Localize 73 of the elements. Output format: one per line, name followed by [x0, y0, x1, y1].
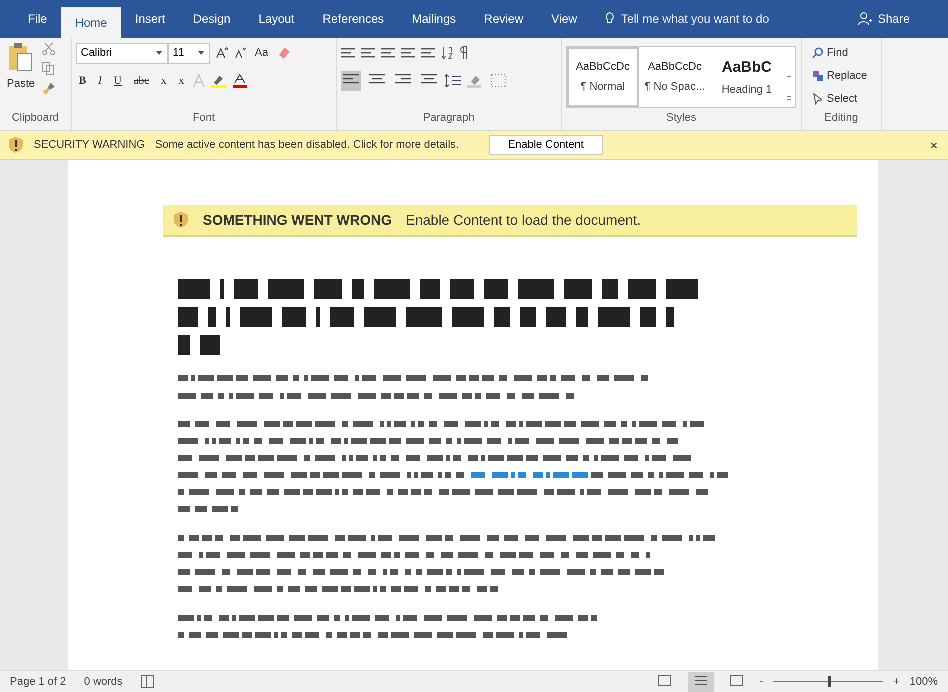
align-left-button[interactable]: [341, 71, 361, 91]
ribbon-tab[interactable]: Mailings: [398, 0, 470, 38]
banner-message: Enable Content to load the document.: [406, 212, 642, 228]
ribbon-tab[interactable]: References: [308, 0, 398, 38]
ribbon-tab[interactable]: Design: [179, 0, 245, 38]
pilcrow-icon: [459, 46, 469, 60]
subscript-button[interactable]: x: [158, 75, 170, 87]
copy-icon: [42, 62, 56, 76]
find-button[interactable]: Find: [812, 42, 868, 63]
search-icon: [812, 46, 824, 58]
superscript-button[interactable]: x: [176, 75, 188, 87]
shield-icon: [8, 136, 24, 154]
shrink-font-icon: [234, 47, 246, 59]
line-spacing-icon: [445, 74, 461, 88]
underline-button[interactable]: U: [111, 75, 125, 87]
ribbon-tab[interactable]: Layout: [244, 0, 309, 38]
change-case-button[interactable]: Aa: [252, 47, 272, 59]
warning-title: SECURITY WARNING: [34, 139, 146, 151]
caret-icon: [198, 51, 205, 55]
tell-me-field[interactable]: Tell me what you want to do: [605, 0, 770, 38]
warning-message[interactable]: Some active content has been disabled. Click for more details.: [155, 139, 460, 151]
font-name-field[interactable]: Calibri: [76, 42, 168, 64]
style-tile[interactable]: AaBbCcDc ¶ No Spac...: [639, 47, 711, 107]
grow-font-icon: [216, 47, 228, 59]
borders-icon: [491, 74, 507, 88]
ribbon-tab[interactable]: Insert: [121, 0, 180, 38]
window-icon: [730, 674, 744, 686]
sort-icon: [441, 46, 453, 60]
replace-icon: [812, 70, 824, 82]
banner-title: SOMETHING WENT WRONG: [203, 212, 392, 228]
lightbulb-icon: [605, 12, 616, 26]
paste-button[interactable]: Paste: [4, 78, 38, 90]
cursor-icon: [812, 92, 824, 104]
word-count[interactable]: 0 words: [84, 676, 123, 688]
zoom-thumb[interactable]: [828, 676, 832, 687]
brush-icon: [42, 82, 56, 96]
ribbon-tab[interactable]: File: [14, 0, 62, 38]
share-button[interactable]: Share: [858, 0, 948, 38]
replace-button[interactable]: Replace: [812, 65, 868, 86]
text-effects-icon: [193, 74, 206, 88]
ribbon-tab[interactable]: View: [538, 0, 592, 38]
caret-icon: [156, 51, 163, 55]
lines-icon: [694, 674, 708, 686]
group-label: Paragraph: [422, 112, 476, 126]
person-icon: [858, 12, 872, 26]
ribbon-tab[interactable]: Review: [470, 0, 538, 38]
strikethrough-button[interactable]: abc: [130, 75, 152, 87]
zoom-level[interactable]: 100%: [910, 676, 938, 688]
style-tile[interactable]: AaBbCcDc ¶ Normal: [567, 47, 639, 107]
group-label: Clipboard: [10, 112, 60, 126]
print-layout-button[interactable]: [688, 672, 714, 692]
style-tile[interactable]: AaBbC Heading 1: [711, 47, 783, 107]
group-label: Editing: [824, 112, 860, 126]
font-color-icon: [233, 74, 248, 88]
shield-icon: [173, 211, 189, 229]
font-size-field[interactable]: 11: [168, 42, 210, 64]
group-label: Styles: [666, 112, 698, 126]
zoom-in-button[interactable]: +: [893, 676, 900, 688]
zoom-out-button[interactable]: -: [760, 676, 764, 688]
page-count[interactable]: Page 1 of 2: [10, 676, 66, 688]
scissors-icon: [42, 42, 56, 56]
close-button[interactable]: ×: [928, 138, 940, 152]
enable-content-button[interactable]: Enable Content: [489, 135, 603, 155]
proofing-icon: [140, 674, 155, 688]
bold-button[interactable]: B: [76, 75, 90, 87]
book-icon: [658, 674, 672, 686]
group-label: Font: [192, 112, 216, 126]
italic-button[interactable]: I: [95, 75, 106, 87]
select-button[interactable]: Select: [812, 88, 868, 109]
eraser-icon: [277, 46, 292, 60]
highlighter-icon: [211, 74, 228, 88]
ribbon-tab[interactable]: Home: [61, 7, 122, 38]
clipboard-icon: [8, 42, 34, 72]
